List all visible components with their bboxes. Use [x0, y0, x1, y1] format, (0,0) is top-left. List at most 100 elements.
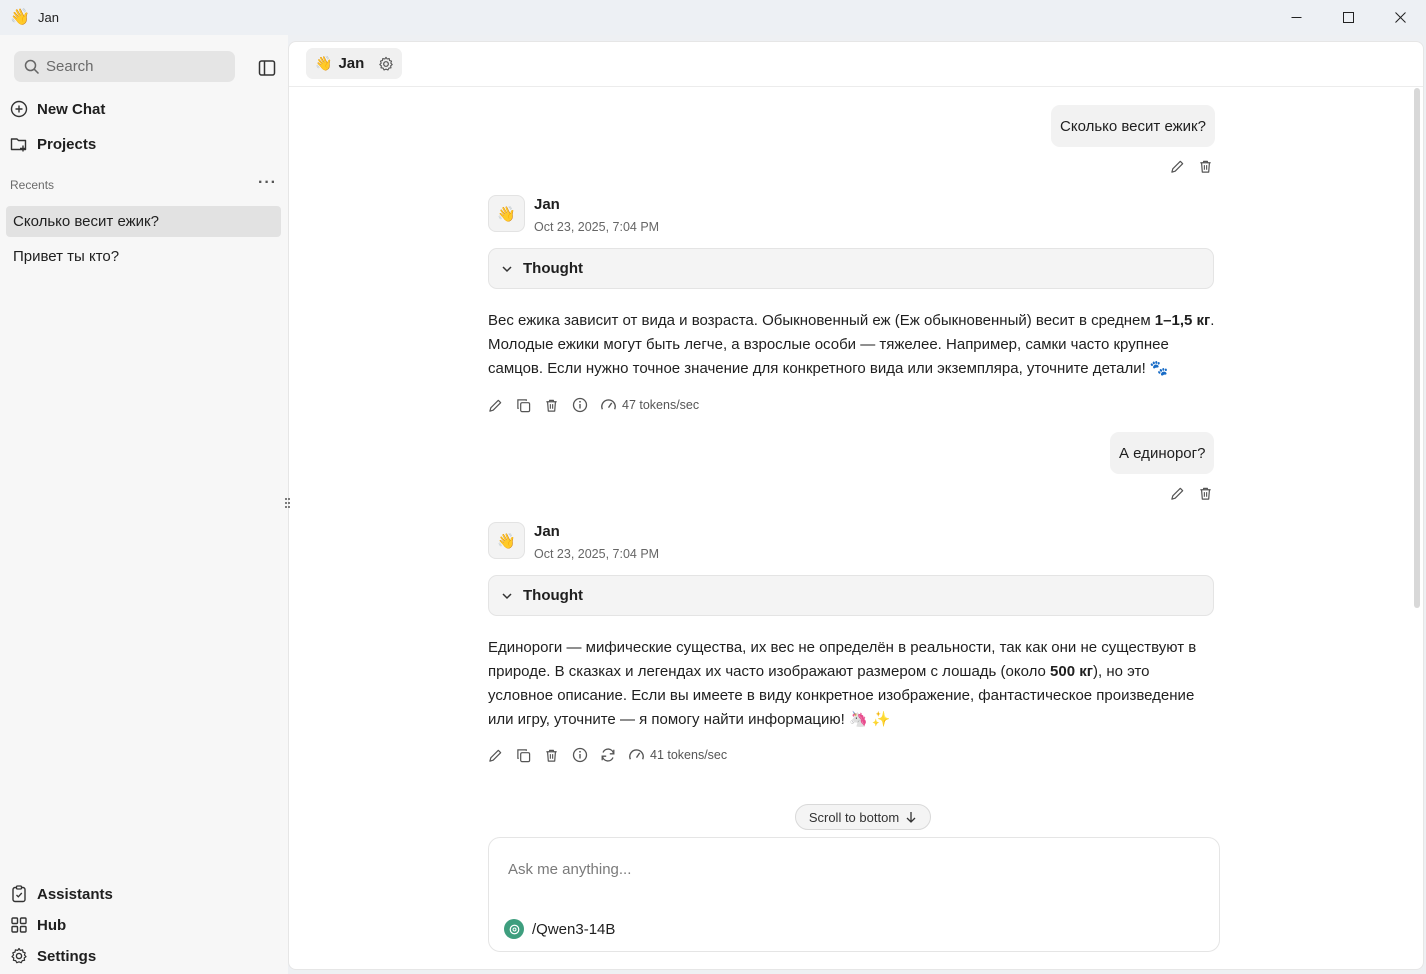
gauge-icon — [601, 398, 616, 409]
composer-placeholder: Ask me anything... — [508, 861, 632, 878]
assistant-message-text: Вес ежика зависит от вида и возраста. Об… — [488, 312, 1215, 377]
trash-icon — [1199, 487, 1211, 500]
message-composer[interactable]: Ask me anything... /Qwen3-14B — [488, 837, 1220, 952]
copy-icon — [517, 398, 531, 412]
user-message-text: Сколько весит ежик? — [1060, 117, 1206, 135]
grid-icon — [11, 917, 27, 933]
copy-message-button[interactable] — [516, 745, 544, 765]
pencil-icon — [489, 399, 502, 412]
recent-chat-item[interactable]: Привет ты кто? — [6, 241, 281, 272]
plus-circle-icon — [10, 100, 28, 118]
token-speed-label: 47 tokens/sec — [622, 398, 700, 412]
delete-message-button[interactable] — [1196, 157, 1214, 175]
assistants-label: Assistants — [37, 885, 113, 903]
clipboard-icon — [12, 885, 26, 903]
hub-label: Hub — [37, 916, 67, 934]
trash-icon — [546, 399, 557, 412]
chat-header: 👋 Jan — [289, 42, 1423, 87]
recents-more-button[interactable]: ··· — [258, 174, 277, 192]
app-logo-icon: 👋 — [10, 8, 30, 26]
recents-heading: Recents — [10, 178, 55, 192]
assistant-message-text: Единороги — мифические существа, их вес … — [488, 639, 1197, 728]
chat-panel: 👋 Jan — [288, 41, 1424, 970]
search-placeholder: Search — [46, 58, 94, 75]
arrow-down-icon — [906, 812, 916, 823]
edit-message-button[interactable] — [488, 745, 516, 765]
close-button[interactable] — [1374, 0, 1426, 35]
recent-chat-label: Привет ты кто? — [13, 248, 120, 265]
copy-message-button[interactable] — [516, 395, 544, 415]
token-speed: 41 tokens/sec — [628, 747, 727, 764]
assistant-avatar: 👋 — [488, 522, 525, 559]
recent-chat-label: Сколько весит ежик? — [13, 213, 159, 230]
recent-chat-item[interactable]: Сколько весит ежик? — [6, 206, 281, 237]
assistant-name: Jan — [534, 196, 560, 213]
window-title: Jan — [38, 10, 59, 25]
message-actions: 47 tokens/sec — [488, 395, 699, 415]
minimize-button[interactable] — [1270, 0, 1322, 35]
gauge-icon — [629, 748, 644, 759]
pencil-icon — [489, 749, 502, 762]
close-icon — [1394, 12, 1406, 23]
assistant-name: Jan — [338, 55, 365, 72]
thought-toggle[interactable]: Thought — [488, 575, 1214, 616]
info-icon — [572, 747, 588, 763]
message-actions: 41 tokens/sec — [488, 745, 727, 765]
user-message: А единорог? — [1110, 432, 1215, 474]
projects-label: Projects — [37, 135, 97, 153]
model-provider-icon — [504, 919, 524, 939]
assistant-settings-button[interactable] — [378, 56, 394, 72]
assistant-selector[interactable]: 👋 Jan — [306, 48, 402, 79]
drag-dots-icon — [285, 498, 290, 508]
pencil-icon — [1170, 487, 1183, 500]
new-chat-label: New Chat — [37, 100, 106, 118]
thought-label: Thought — [523, 260, 583, 277]
search-input[interactable]: Search — [14, 51, 235, 82]
gear-icon — [379, 56, 394, 70]
edit-message-button[interactable] — [1168, 484, 1186, 502]
gear-icon — [11, 947, 27, 964]
user-message: Сколько весит ежик? — [1051, 105, 1215, 147]
message-timestamp: Oct 23, 2025, 7:04 PM — [534, 220, 660, 234]
message-timestamp: Oct 23, 2025, 7:04 PM — [534, 547, 660, 561]
edit-message-button[interactable] — [1168, 157, 1186, 175]
assistants-button[interactable]: Assistants — [10, 885, 113, 903]
message-info-button[interactable] — [572, 745, 600, 765]
user-message-text: А единорог? — [1119, 444, 1206, 462]
thought-label: Thought — [523, 587, 583, 604]
maximize-button[interactable] — [1322, 0, 1374, 35]
token-speed-label: 41 tokens/sec — [650, 748, 728, 762]
message-info-button[interactable] — [572, 395, 600, 415]
copy-icon — [517, 748, 531, 762]
sidebar-toggle-button[interactable] — [256, 57, 278, 79]
hub-button[interactable]: Hub — [10, 916, 66, 934]
model-selector[interactable]: /Qwen3-14B — [504, 919, 615, 939]
pencil-icon — [1170, 160, 1183, 173]
folder-plus-icon — [10, 138, 27, 152]
delete-message-button[interactable] — [1196, 484, 1214, 502]
new-chat-button[interactable]: New Chat — [10, 100, 105, 118]
refresh-icon — [601, 748, 615, 762]
maximize-icon — [1342, 12, 1354, 23]
chevron-down-icon — [502, 592, 512, 599]
token-speed: 47 tokens/sec — [600, 397, 699, 414]
settings-button[interactable]: Settings — [10, 947, 96, 965]
projects-button[interactable]: Projects — [10, 135, 96, 153]
chevron-down-icon — [502, 265, 512, 272]
scroll-to-bottom-button[interactable]: Scroll to bottom — [795, 804, 931, 830]
settings-label: Settings — [37, 947, 97, 965]
assistant-avatar: 👋 — [488, 195, 525, 232]
trash-icon — [1199, 160, 1211, 173]
title-bar: 👋 Jan — [0, 0, 1426, 35]
regenerate-button[interactable] — [600, 745, 628, 765]
delete-message-button[interactable] — [544, 745, 572, 765]
search-icon — [24, 59, 40, 74]
sidebar-panel-icon — [258, 60, 276, 76]
assistant-emoji: 👋 — [315, 55, 333, 71]
resize-handle[interactable] — [284, 496, 293, 512]
delete-message-button[interactable] — [544, 395, 572, 415]
thought-toggle[interactable]: Thought — [488, 248, 1214, 289]
chat-scrollbar[interactable] — [1414, 88, 1420, 608]
edit-message-button[interactable] — [488, 395, 516, 415]
minimize-icon — [1291, 17, 1301, 18]
